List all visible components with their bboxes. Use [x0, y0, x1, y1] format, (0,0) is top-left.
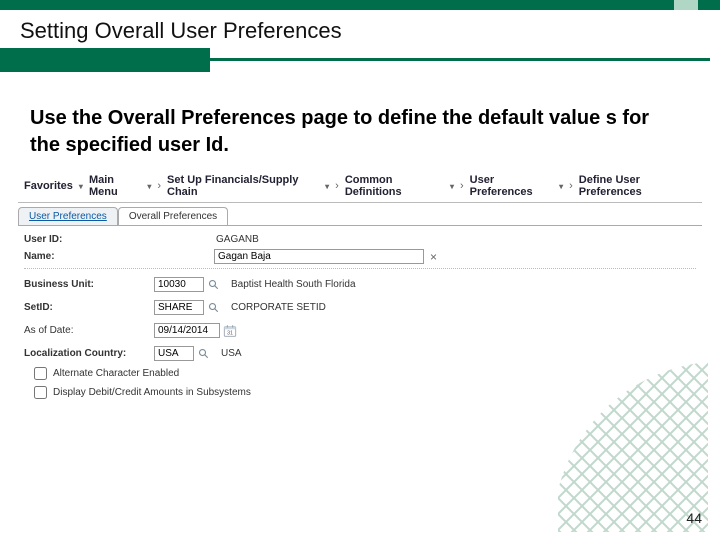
caret-down-icon: ▾: [147, 182, 151, 191]
tab-strip: User Preferences Overall Preferences: [18, 207, 702, 226]
label-debit-credit: Display Debit/Credit Amounts in Subsyste…: [53, 387, 251, 398]
business-unit-field[interactable]: [154, 277, 204, 292]
debit-credit-checkbox[interactable]: [34, 386, 47, 399]
row-business-unit: Business Unit: Baptist Health South Flor…: [18, 277, 702, 292]
slide-body-text: Use the Overall Preferences page to defi…: [30, 105, 670, 159]
clear-icon[interactable]: ×: [430, 250, 437, 264]
app-screenshot: Favorites ▾ Main Menu ▾ › Set Up Financi…: [18, 172, 702, 402]
row-as-of-date: As of Date: 31: [18, 323, 702, 338]
lookup-icon[interactable]: [207, 301, 221, 315]
breadcrumb-item[interactable]: Main Menu: [89, 174, 141, 198]
breadcrumb-sep-icon: ›: [460, 180, 464, 192]
breadcrumb-sep-icon: ›: [157, 180, 161, 192]
lookup-icon[interactable]: [207, 278, 221, 292]
row-name: Name: ×: [18, 249, 702, 264]
tab-overall-preferences[interactable]: Overall Preferences: [118, 207, 228, 225]
row-setid: SetID: CORPORATE SETID: [18, 300, 702, 315]
label-business-unit: Business Unit:: [24, 279, 154, 290]
name-field[interactable]: [214, 249, 424, 264]
svg-text:31: 31: [227, 330, 233, 336]
label-alt-char: Alternate Character Enabled: [53, 368, 179, 379]
label-name: Name:: [24, 251, 154, 262]
breadcrumb-item[interactable]: User Preferences: [470, 174, 553, 198]
localization-country-description: USA: [221, 348, 242, 359]
caret-down-icon: ▾: [450, 182, 454, 191]
slide-title: Setting Overall User Preferences: [20, 18, 342, 44]
breadcrumb-item[interactable]: Favorites: [24, 180, 73, 192]
row-alt-char: Alternate Character Enabled: [18, 367, 702, 380]
calendar-icon[interactable]: 31: [223, 324, 237, 338]
lookup-icon[interactable]: [197, 347, 211, 361]
as-of-date-field[interactable]: [154, 323, 220, 338]
setid-description: CORPORATE SETID: [231, 302, 326, 313]
breadcrumb-sep-icon: ›: [569, 180, 573, 192]
alt-char-checkbox[interactable]: [34, 367, 47, 380]
label-setid: SetID:: [24, 302, 154, 313]
caret-down-icon: ▾: [559, 182, 563, 191]
title-rule-line: [210, 58, 710, 61]
label-localization-country: Localization Country:: [24, 348, 154, 359]
breadcrumb-item[interactable]: Common Definitions: [345, 174, 444, 198]
localization-country-field[interactable]: [154, 346, 194, 361]
breadcrumb: Favorites ▾ Main Menu ▾ › Set Up Financi…: [18, 172, 702, 203]
label-user-id: User ID:: [24, 234, 154, 245]
top-accent-block: [674, 0, 698, 10]
setid-field[interactable]: [154, 300, 204, 315]
row-user-id: User ID: GAGANB: [18, 234, 702, 245]
breadcrumb-sep-icon: ›: [335, 180, 339, 192]
caret-down-icon: ▾: [79, 182, 83, 191]
title-bar: Setting Overall User Preferences: [0, 0, 720, 74]
top-green-strip: [0, 0, 720, 10]
divider: [24, 268, 696, 269]
label-as-of-date: As of Date:: [24, 325, 154, 336]
page-number: 44: [686, 510, 702, 526]
breadcrumb-item[interactable]: Set Up Financials/Supply Chain: [167, 174, 319, 198]
row-debit-credit: Display Debit/Credit Amounts in Subsyste…: [18, 386, 702, 399]
row-localization-country: Localization Country: USA: [18, 346, 702, 361]
value-user-id: GAGANB: [216, 234, 259, 245]
caret-down-icon: ▾: [325, 182, 329, 191]
breadcrumb-item[interactable]: Define User Preferences: [579, 174, 696, 198]
title-rule-block: [0, 48, 210, 72]
tab-user-preferences[interactable]: User Preferences: [18, 207, 118, 225]
business-unit-description: Baptist Health South Florida: [231, 279, 356, 290]
